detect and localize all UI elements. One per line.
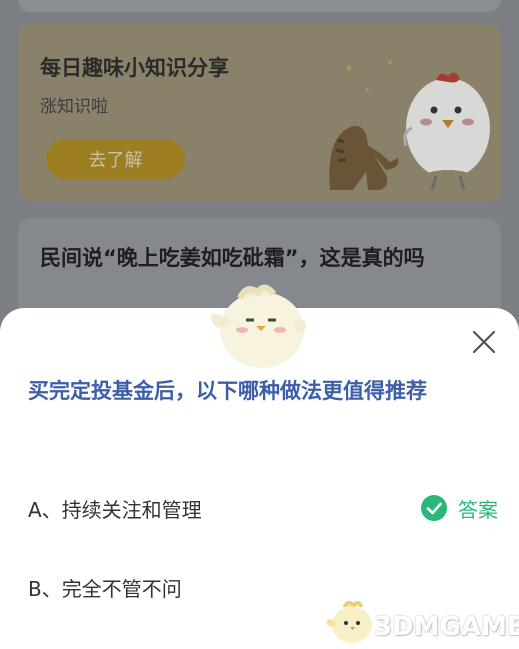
- answer-label: 答案: [458, 497, 498, 522]
- promo-title: 每日趣味小知识分享: [40, 56, 229, 80]
- top-card-edge: [18, 0, 501, 12]
- learn-more-button[interactable]: 去了解: [46, 139, 185, 179]
- svg-text:✦: ✦: [364, 85, 371, 94]
- cat-and-chick-illustration: ✦ ✦ ✦: [329, 58, 490, 191]
- option-a-label: A、持续关注和管理: [28, 497, 202, 522]
- sheet-question-text: 买完定投基金后，以下哪种做法更值得推荐: [28, 379, 427, 403]
- option-b-label: B、完全不管不问: [28, 576, 182, 601]
- watermark-chick-icon: [326, 600, 372, 643]
- svg-text:✦: ✦: [344, 61, 354, 75]
- chick-mascot: [211, 284, 306, 368]
- close-icon[interactable]: [470, 328, 498, 356]
- promo-subtitle: 涨知识啦: [40, 97, 108, 117]
- answer-tag: 答案: [420, 488, 498, 528]
- svg-text:✦: ✦: [386, 58, 394, 69]
- promo-card[interactable]: 每日趣味小知识分享 涨知识啦 去了解 ✦ ✦ ✦: [18, 24, 501, 202]
- watermark-text: 3DMGAME: [374, 612, 519, 642]
- option-b[interactable]: B、完全不管不问: [28, 567, 498, 607]
- check-circle-icon: [421, 495, 447, 521]
- option-a[interactable]: A、持续关注和管理 答案: [28, 488, 498, 528]
- question-card-title: 民间说“晚上吃姜如吃砒霜”，这是真的吗: [40, 246, 425, 270]
